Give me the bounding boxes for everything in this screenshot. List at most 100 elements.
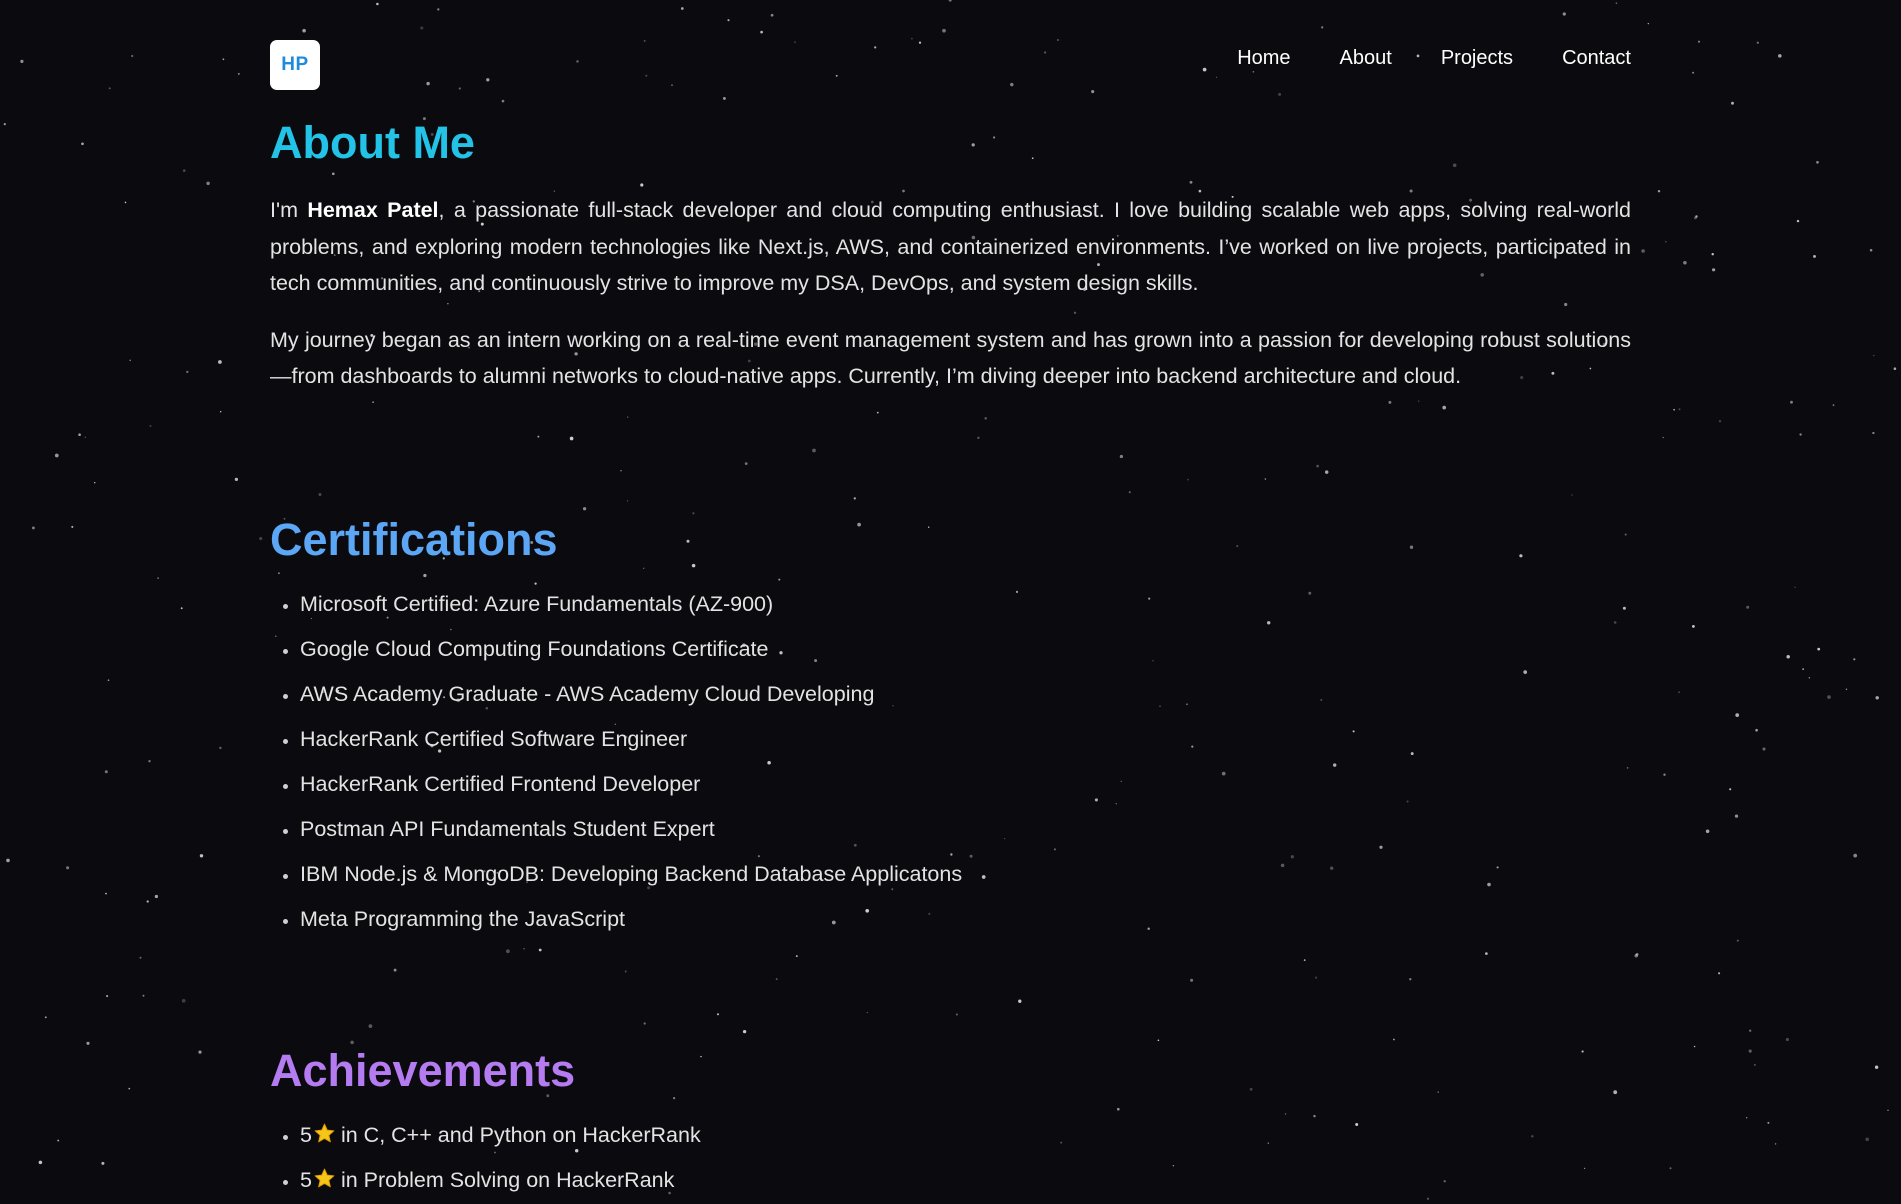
star-dot (142, 994, 145, 997)
star-dot (104, 770, 108, 774)
star-dot (237, 72, 240, 75)
star-dot (1753, 1063, 1756, 1066)
star-dot (101, 1161, 105, 1165)
star-dot (31, 526, 35, 530)
star-dot (259, 537, 263, 541)
star-dot (1746, 605, 1750, 609)
star-dot (71, 525, 74, 528)
star-dot (1718, 420, 1722, 423)
star-dot (1635, 953, 1639, 956)
star-dot (1711, 253, 1714, 256)
nav-home-link[interactable]: Home (1237, 47, 1290, 70)
star-dot (57, 1139, 60, 1142)
star-dot (1794, 586, 1796, 588)
nav-projects-link[interactable]: Projects (1441, 47, 1513, 70)
star-dot (1756, 41, 1759, 44)
achievement-text: in Problem Solving on HackerRank (340, 1167, 675, 1192)
star-dot (1693, 1045, 1696, 1048)
certifications-section: Certifications Microsoft Certified: Azur… (270, 514, 1631, 942)
star-icon (314, 1123, 335, 1142)
star-dot (81, 142, 84, 146)
top-navbar: HP Home About Projects Contact (270, 0, 1631, 110)
star-dot (1874, 1065, 1879, 1069)
star-dot (157, 577, 160, 580)
star-dot (131, 54, 134, 58)
star-dot (108, 87, 111, 90)
star-dot (1755, 728, 1758, 732)
star-dot (78, 433, 81, 437)
about-paragraph-1: I'm Hemax Patel, a passionate full-stack… (270, 192, 1631, 302)
star-dot (1796, 219, 1800, 223)
star-dot (1869, 248, 1873, 252)
about-intro-text: I'm (270, 198, 308, 222)
star-dot (128, 1087, 131, 1090)
star-dot (1853, 658, 1856, 661)
star-dot (139, 956, 142, 959)
star-dot (1865, 1137, 1870, 1142)
star-dot (1731, 101, 1734, 105)
star-dot (1749, 1029, 1752, 1032)
star-dot (1785, 1037, 1789, 1042)
certification-item: HackerRank Certified Software Engineer (300, 717, 1631, 762)
nav-about-link[interactable]: About (1340, 47, 1392, 70)
star-dot (1786, 655, 1790, 659)
achievement-text: in C, C++ and Python on HackerRank (340, 1122, 701, 1147)
star-dot (1683, 261, 1687, 265)
star-dot (1673, 408, 1675, 411)
star-dot (1746, 1117, 1748, 1119)
star-dot (1813, 254, 1816, 258)
star-dot (1657, 190, 1661, 193)
star-dot (1662, 436, 1664, 439)
page-content: HP Home About Projects Contact About Me … (270, 0, 1631, 1203)
star-dot (124, 201, 127, 204)
star-dot (149, 424, 152, 428)
star-dot (206, 181, 210, 186)
star-dot (3, 122, 6, 126)
star-dot (1634, 954, 1638, 958)
certification-item: IBM Node.js & MongoDB: Developing Backen… (300, 852, 1631, 897)
star-dot (1748, 1049, 1752, 1053)
star-dot (182, 169, 186, 172)
nav-contact-link[interactable]: Contact (1562, 47, 1631, 70)
star-dot (1663, 773, 1666, 776)
achievements-list: 5 in C, C++ and Python on HackerRank 5 in … (270, 1113, 1631, 1203)
star-dot (1697, 40, 1701, 43)
achievements-section: Achievements 5 in C, C++ and Python on Ha… (270, 1045, 1631, 1203)
star-dot (1873, 354, 1875, 357)
certification-item: Google Cloud Computing Foundations Certi… (300, 627, 1631, 672)
star-dot (1893, 367, 1897, 370)
star-dot (1817, 647, 1821, 651)
about-paragraph-2: My journey began as an intern working on… (270, 327, 1631, 389)
star-dot (86, 1041, 90, 1045)
star-dot (129, 359, 131, 362)
star-dot (1669, 1167, 1672, 1170)
star-dot (6, 858, 10, 863)
star-dot (20, 59, 24, 64)
achievement-item: 5 in Problem Solving on HackerRank (300, 1158, 1631, 1203)
star-dot (105, 892, 107, 895)
certifications-list: Microsoft Certified: Azure Fundamentals … (270, 582, 1631, 942)
star-dot (1718, 972, 1721, 975)
star-dot (1736, 939, 1739, 942)
star-dot (1647, 22, 1649, 25)
star-dot (66, 866, 70, 870)
main-nav: Home About Projects Contact (1237, 47, 1631, 70)
star-dot (1808, 676, 1811, 679)
star-dot (1678, 408, 1681, 411)
star-dot (154, 894, 159, 899)
logo[interactable]: HP (270, 40, 320, 90)
star-dot (1694, 216, 1697, 220)
star-dot (234, 477, 239, 482)
star-dot (1875, 696, 1879, 700)
star-dot (186, 370, 189, 374)
star-dot (219, 746, 222, 750)
star-dot (1774, 1143, 1777, 1145)
star-dot (107, 679, 110, 682)
star-dot (1762, 747, 1766, 751)
star-dot (1887, 1109, 1889, 1111)
achievement-count: 5 (300, 1122, 312, 1147)
about-section: About Me I'm Hemax Patel, a passionate f… (270, 117, 1631, 395)
star-dot (1832, 404, 1835, 406)
about-intro-rest: , a passionate full-stack developer and … (270, 198, 1631, 295)
star-dot (146, 900, 149, 903)
